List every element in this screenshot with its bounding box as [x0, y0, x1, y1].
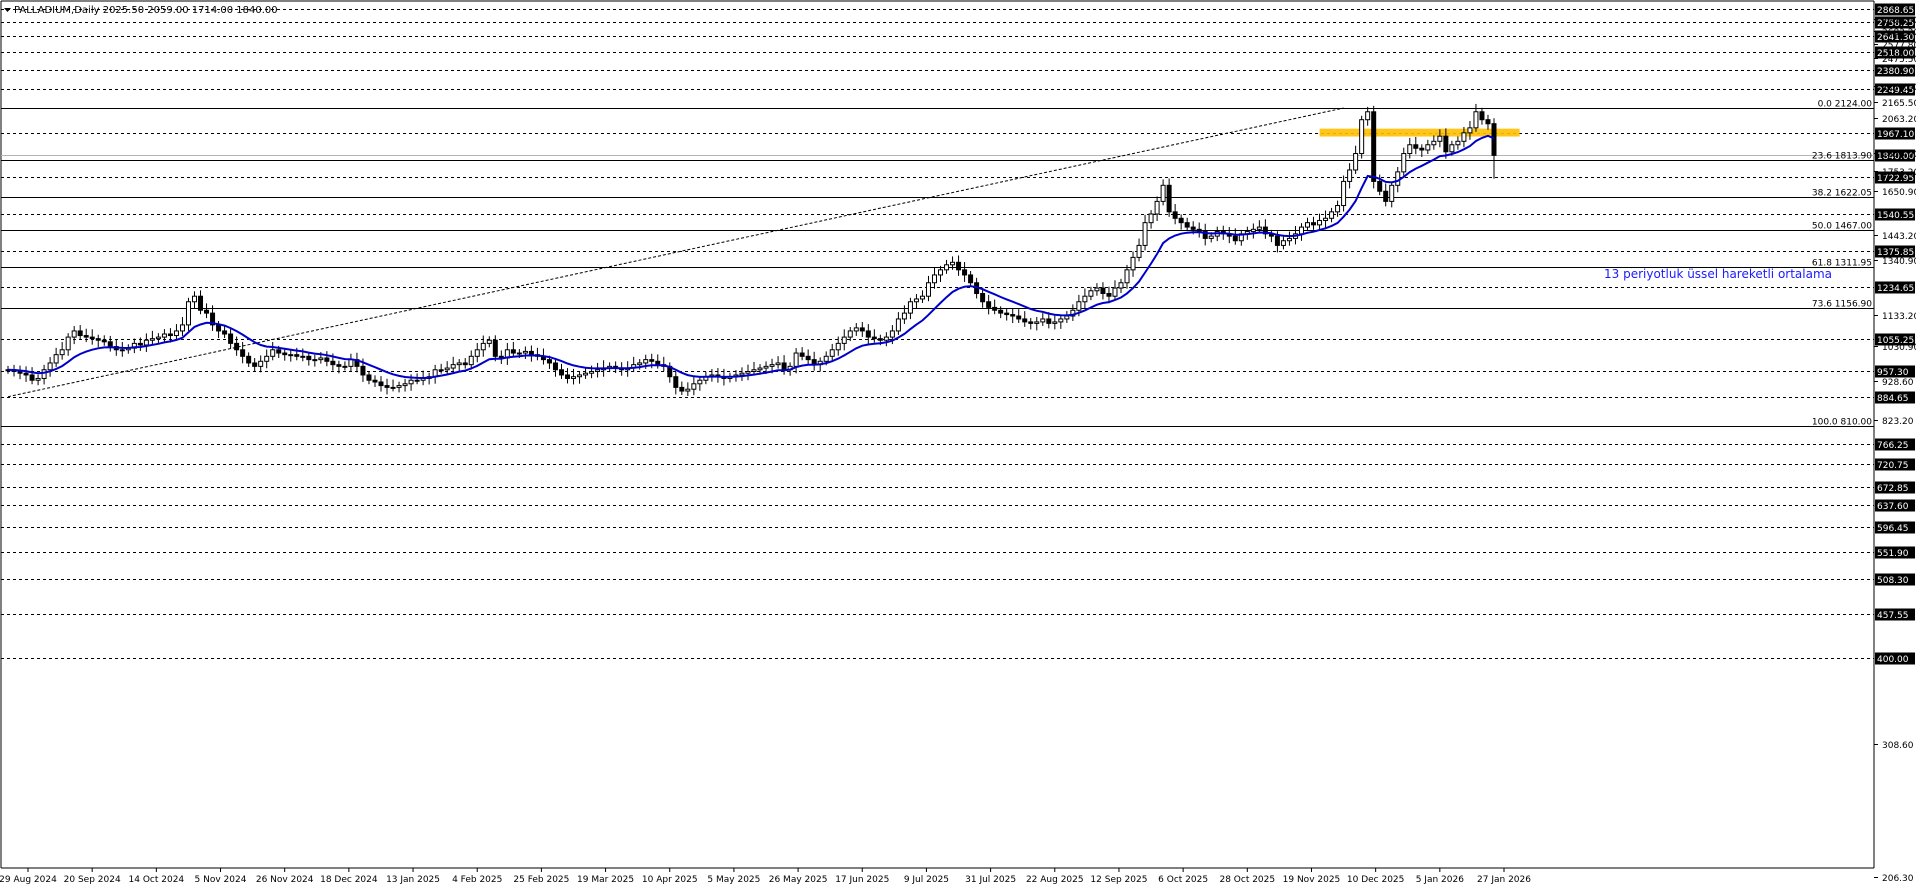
- candle: [1359, 115, 1365, 159]
- x-tick-label: 9 Jul 2025: [904, 875, 949, 885]
- level-price-label: 457.55: [1877, 611, 1909, 621]
- level-price-label: 400.00: [1877, 655, 1909, 665]
- y-tick-label: 1443.20: [1882, 232, 1916, 242]
- y-tick-label: 2577.80: [1882, 41, 1916, 51]
- chart-header: PALLADIUM,Daily 2025.50 2059.00 1714.00 …: [4, 5, 278, 16]
- fib-label-23.6: 23.6 1813.90: [1812, 152, 1872, 162]
- x-tick-label: 19 Mar 2025: [577, 875, 634, 885]
- level-price-label: 1234.65: [1877, 284, 1914, 294]
- x-tick-label: 5 Nov 2024: [195, 875, 247, 885]
- level-price-box-23: 400.00: [1875, 652, 1915, 665]
- level-price-box-13: 957.30: [1875, 365, 1915, 378]
- y-tick-label: 2683.20: [1882, 28, 1916, 38]
- fib-label-73.6: 73.6 1156.90: [1812, 300, 1872, 310]
- x-tick-label: 10 Dec 2025: [1347, 875, 1405, 885]
- level-price-label: 1540.55: [1877, 211, 1914, 221]
- level-price-label: 957.30: [1877, 368, 1909, 378]
- y-tick-label: 928.60: [1882, 378, 1914, 388]
- level-price-label: 508.30: [1877, 576, 1909, 586]
- x-tick-label: 27 Jan 2026: [1477, 875, 1531, 885]
- y-tick-label: 2475.50: [1882, 55, 1916, 65]
- ema-annotation: 13 periyotluk üssel hareketli ortalama: [1604, 267, 1832, 281]
- x-tick-label: 31 Jul 2025: [965, 875, 1016, 885]
- level-price-box-21: 508.30: [1875, 573, 1915, 586]
- y-tick-label: 2165.50: [1882, 99, 1916, 109]
- y-tick-label: 206.30: [1882, 874, 1914, 884]
- x-tick-label: 18 Dec 2024: [320, 875, 378, 885]
- x-tick-label: 5 May 2025: [707, 875, 760, 885]
- fib-label-38.2: 38.2 1622.05: [1812, 189, 1872, 199]
- x-tick-label: 26 May 2025: [769, 875, 828, 885]
- resistance-zone: [1319, 128, 1520, 137]
- y-tick-label: 1855.00: [1882, 150, 1916, 160]
- x-tick-label: 28 Oct 2025: [1219, 875, 1275, 885]
- level-price-label: 884.65: [1877, 394, 1909, 404]
- x-tick-label: 4 Feb 2025: [452, 875, 502, 885]
- x-tick-label: 20 Sep 2024: [64, 875, 121, 885]
- x-tick-label: 22 Aug 2025: [1026, 875, 1084, 885]
- level-price-box-16: 720.75: [1875, 458, 1915, 471]
- x-tick-label: 12 Sep 2025: [1090, 875, 1147, 885]
- level-price-box-22: 457.55: [1875, 608, 1915, 621]
- x-tick-label: 19 Nov 2025: [1283, 875, 1341, 885]
- level-price-box-9: 1540.55: [1875, 208, 1915, 221]
- level-price-label: 596.45: [1877, 524, 1909, 534]
- y-tick-label: 1650.90: [1882, 188, 1916, 198]
- level-price-box-15: 766.25: [1875, 438, 1915, 451]
- price-chart[interactable]: 0.0 2124.00 23.6 1813.90 38.2 1622.05 50.0 …: [0, 0, 1916, 888]
- level-price-label: 637.60: [1877, 502, 1909, 512]
- fib-label-100.0: 100.0 810.00: [1812, 418, 1872, 428]
- level-price-label: 766.25: [1877, 441, 1909, 451]
- level-price-label: 2380.90: [1877, 67, 1914, 77]
- x-tick-label: 26 Nov 2024: [256, 875, 314, 885]
- x-tick-label: 5 Jan 2026: [1416, 875, 1464, 885]
- x-tick-label: 25 Feb 2025: [513, 875, 569, 885]
- x-tick-label: 6 Oct 2025: [1158, 875, 1208, 885]
- level-price-label: 2868.65: [1877, 6, 1914, 16]
- level-price-box-0: 2868.65: [1875, 3, 1915, 16]
- level-price-label: 672.85: [1877, 484, 1909, 494]
- fib-label-50.0: 50.0 1467.00: [1812, 222, 1872, 232]
- chart-root: 0.0 2124.00 23.6 1813.90 38.2 1622.05 50.0 …: [0, 0, 1916, 888]
- y-tick-label: 1030.90: [1882, 343, 1916, 353]
- x-tick-label: 13 Jan 2025: [386, 875, 440, 885]
- x-tick-label: 14 Oct 2024: [129, 875, 185, 885]
- x-tick-label: 29 Aug 2024: [0, 875, 57, 885]
- level-price-label: 551.90: [1877, 549, 1909, 559]
- y-tick-label: 2063.20: [1882, 115, 1916, 125]
- y-tick-label: 2785.50: [1882, 16, 1916, 26]
- y-tick-label: 308.60: [1882, 741, 1914, 751]
- x-tick-label: 17 Jun 2025: [835, 875, 889, 885]
- level-price-box-19: 596.45: [1875, 521, 1915, 534]
- level-price-box-17: 672.85: [1875, 481, 1915, 494]
- resistance-zone-rect[interactable]: [1319, 128, 1520, 137]
- fib-label-0.0: 0.0 2124.00: [1818, 100, 1873, 110]
- level-price-box-14: 884.65: [1875, 391, 1915, 404]
- level-price-box-20: 551.90: [1875, 546, 1915, 559]
- x-tick-label: 10 Apr 2025: [642, 875, 698, 885]
- symbol-title: PALLADIUM,Daily 2025.50 2059.00 1714.00 …: [14, 5, 278, 16]
- level-price-label: 720.75: [1877, 461, 1909, 471]
- level-price-box-18: 637.60: [1875, 499, 1915, 512]
- y-tick-label: 1133.20: [1882, 312, 1916, 322]
- level-price-label: 1967.10: [1877, 130, 1914, 140]
- y-tick-label: 1753.20: [1882, 168, 1916, 178]
- y-tick-label: 823.20: [1882, 417, 1914, 427]
- level-price-box-11: 1234.65: [1875, 281, 1915, 294]
- y-tick-label: 2270.00: [1882, 83, 1916, 93]
- y-tick-label: 1340.90: [1882, 257, 1916, 267]
- level-price-box-6: 1967.10: [1875, 127, 1915, 140]
- level-price-box-4: 2380.90: [1875, 64, 1915, 77]
